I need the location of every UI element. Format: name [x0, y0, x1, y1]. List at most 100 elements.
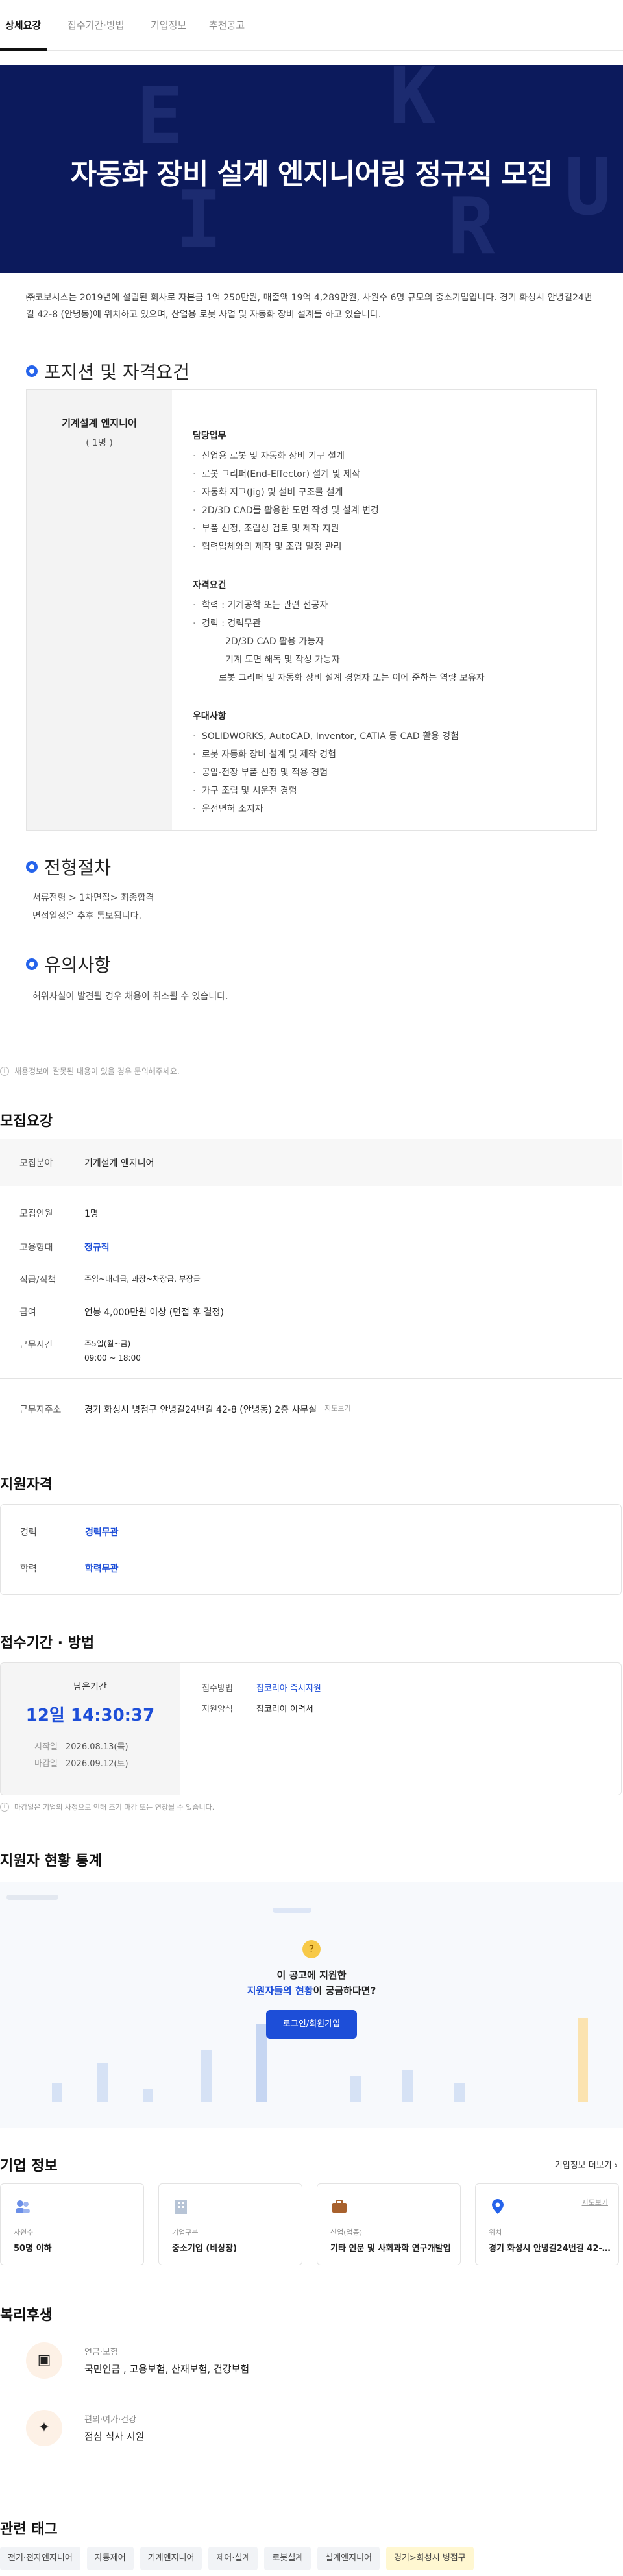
company-card-location: 지도보기 위치 경기 화성시 안녕길24번길 42-8 (안녕동): [475, 2183, 619, 2265]
info-icon: i: [0, 1066, 9, 1076]
chart-bar-placeholder: [578, 2018, 588, 2102]
position-details: 담당업무 산업용 로봇 및 자동화 장비 기구 설계 로봇 그리퍼(End-Ef…: [193, 429, 582, 840]
qualification-card: 경력 경력무관 학력 학력무관: [0, 1504, 622, 1595]
tab-apply-period[interactable]: 접수기간·방법: [67, 18, 125, 32]
row-value: 정규직: [84, 1243, 110, 1253]
start-label: 시작일: [34, 1742, 58, 1752]
report-note-text[interactable]: 채용정보에 잘못된 내용이 있을 경우 문의해주세요.: [14, 1065, 180, 1076]
login-prompt-text: 이 공고에 지원한 지원자들의 현황이 궁금하다면?: [214, 1967, 409, 1999]
row-value: 주5일(월~금): [84, 1339, 131, 1348]
company-more-link[interactable]: 기업정보 더보기 ›: [555, 2158, 618, 2170]
qualification-row: 경력 경력무관: [20, 1525, 119, 1538]
tag-list: 전기·전자엔지니어 자동제어 기계엔지니어 제어·설계 로봇설계 설계엔지니어 …: [0, 2547, 474, 2570]
section-process-heading: 전형절차: [26, 854, 111, 880]
map-link[interactable]: 지도보기: [582, 2197, 608, 2207]
tab-recommended[interactable]: 추천공고: [209, 18, 245, 32]
process-list: 서류전형 > 1차면접> 최종합격 면접일정은 추후 통보됩니다.: [32, 889, 154, 925]
chart-bar-placeholder: [454, 2083, 465, 2102]
list-item: 허위사실이 발견될 경우 채용이 취소될 수 있습니다.: [32, 991, 228, 1002]
summary-row: 급여 연봉 4,000만원 이상 (면접 후 결정): [19, 1306, 224, 1318]
tab-detail[interactable]: 상세요강: [5, 18, 41, 32]
list-item: 2D/3D CAD 활용 가능자: [225, 637, 324, 647]
apply-heading: 접수기간 · 방법: [0, 1635, 95, 1651]
row-key: 학력: [20, 1564, 37, 1574]
section-title: 전형절차: [44, 857, 112, 879]
benefit-title: 연금·보험: [84, 2348, 118, 2357]
row-key: 경력: [20, 1527, 37, 1538]
summary-row-address: 근무지주소 경기 화성시 병점구 안녕길24번길 42-8 (안녕동) 2층 사무…: [19, 1403, 351, 1416]
row-key: 모집인원: [19, 1209, 53, 1219]
summary-row: 직급/직책 주임~대리급, 과장~차장급, 부장급: [19, 1273, 201, 1286]
login-signup-button[interactable]: 로그인/회원가입: [266, 2010, 357, 2039]
card-value: 기타 인문 및 사회과학 연구개발업: [330, 2244, 451, 2254]
row-key: 접수방법: [202, 1684, 233, 1694]
tag[interactable]: 경기>화성시 병점구: [386, 2547, 474, 2570]
row-value: 기계설계 엔지니어: [84, 1158, 154, 1169]
tag[interactable]: 기계엔지니어: [140, 2547, 202, 2570]
job-title: 자동화 장비 설계 엔지니어링 정규직 모집: [70, 158, 554, 191]
row-key: [19, 1354, 84, 1363]
wallet-icon: ▣: [26, 2342, 62, 2379]
list-item: 경력 : 경력무관: [193, 614, 582, 633]
list-item: 가구 조립 및 시운전 경험: [193, 782, 582, 800]
active-tab-indicator: [0, 48, 47, 51]
company-card-employees: 사원수 50명 이하: [0, 2183, 144, 2265]
tag[interactable]: 전기·전자엔지니어: [0, 2547, 80, 2570]
apply-method-row: 접수방법 잡코리아 즉시지원: [202, 1681, 321, 1694]
tag[interactable]: 로봇설계: [264, 2547, 312, 2570]
benefit-item: ▣ 연금·보험 국민연금 , 고용보험, 산재보험, 건강보험: [26, 2333, 597, 2392]
benefit-title: 편의·여가·건강: [84, 2415, 137, 2425]
company-card-industry: 산업(업종) 기타 인문 및 사회과학 연구개발업: [317, 2183, 461, 2265]
remaining-panel: 남은기간 12일 14:30:37 시작일 2026.08.13(목) 마감일 20…: [1, 1663, 180, 1795]
list-item: 학력 : 기계공학 또는 관련 전공자: [193, 596, 582, 614]
tag[interactable]: 설계엔지니어: [317, 2547, 380, 2570]
prompt-line: 이 공고에 지원한: [276, 1969, 347, 1981]
list-item: SOLIDWORKS, AutoCAD, Inventor, CATIA 등 C…: [193, 727, 582, 746]
circle-bullet-icon: [26, 861, 38, 873]
row-value: 경기 화성시 병점구 안녕길24번길 42-8 (안녕동) 2층 사무실: [84, 1405, 317, 1415]
deadline-note-text: 마감일은 기업의 사정으로 인해 조기 마감 또는 연장될 수 있습니다.: [14, 1803, 215, 1812]
list-item: 로봇 그리퍼(End-Effector) 설계 및 제작: [193, 465, 582, 483]
map-link[interactable]: 지도보기: [324, 1403, 350, 1416]
chart-bar-placeholder: [350, 2076, 361, 2102]
section-title: 유의사항: [44, 954, 112, 976]
row-key: 직급/직책: [19, 1275, 56, 1285]
card-label: 사원수: [14, 2228, 34, 2237]
chart-bar-placeholder: [52, 2083, 62, 2102]
row-value: 주임~대리급, 과장~차장급, 부장급: [84, 1274, 201, 1283]
preferred-group: 우대사항 SOLIDWORKS, AutoCAD, Inventor, CATI…: [193, 709, 582, 818]
card-value: 50명 이하: [14, 2244, 52, 2254]
tab-company-info[interactable]: 기업정보: [151, 18, 186, 32]
list-item: 2D/3D CAD를 활용한 도면 작성 및 설계 변경: [193, 502, 582, 520]
remaining-label: 남은기간: [73, 1682, 107, 1692]
company-more-label: 기업정보 더보기: [554, 2161, 612, 2170]
building-icon: [175, 2200, 187, 2214]
summary-row: 근무시간 주5일(월~금): [19, 1338, 130, 1351]
prompt-highlight: 지원자들의 현황: [247, 1985, 313, 1997]
tag[interactable]: 자동제어: [86, 2547, 134, 2570]
muscle-icon: ✦: [26, 2410, 62, 2446]
qualification-heading: 지원자격: [0, 1477, 53, 1493]
card-value: 중소기업 (비상장): [172, 2244, 238, 2254]
benefit-desc: 국민연금 , 고용보험, 산재보험, 건강보험: [84, 2363, 250, 2375]
summary-row: 모집인원 1명: [19, 1207, 99, 1220]
list-item: 운전면허 소지자: [193, 800, 582, 818]
row-key: 급여: [19, 1307, 36, 1318]
list-item: 면접일정은 추후 통보됩니다.: [32, 911, 141, 921]
requirements-group: 자격요건 학력 : 기계공학 또는 관련 전공자 경력 : 경력무관 2D/3D…: [193, 578, 582, 687]
people-icon: [16, 2200, 30, 2213]
company-heading: 기업 정보: [0, 2158, 58, 2174]
decor-letter: R: [448, 182, 495, 272]
summary-row: 모집분야 기계설계 엔지니어: [19, 1156, 154, 1169]
apply-form-row: 지원양식 잡코리아 이력서: [202, 1702, 313, 1714]
row-value: 경력무관: [85, 1527, 119, 1538]
tag[interactable]: 제어·설계: [208, 2547, 258, 2570]
chart-bar-placeholder: [402, 2070, 413, 2102]
position-count: ( 1명 ): [86, 438, 113, 448]
period-dates: 시작일 2026.08.13(목) 마감일 2026.09.12(토): [34, 1739, 180, 1773]
position-title: 기계설계 엔지니어: [62, 417, 137, 429]
summary-row: 09:00 ~ 18:00: [19, 1354, 141, 1363]
benefit-desc: 점심 식사 지원: [84, 2431, 145, 2442]
apply-card: 남은기간 12일 14:30:37 시작일 2026.08.13(목) 마감일 20…: [0, 1662, 622, 1795]
apply-method-link[interactable]: 잡코리아 즉시지원: [256, 1681, 321, 1694]
